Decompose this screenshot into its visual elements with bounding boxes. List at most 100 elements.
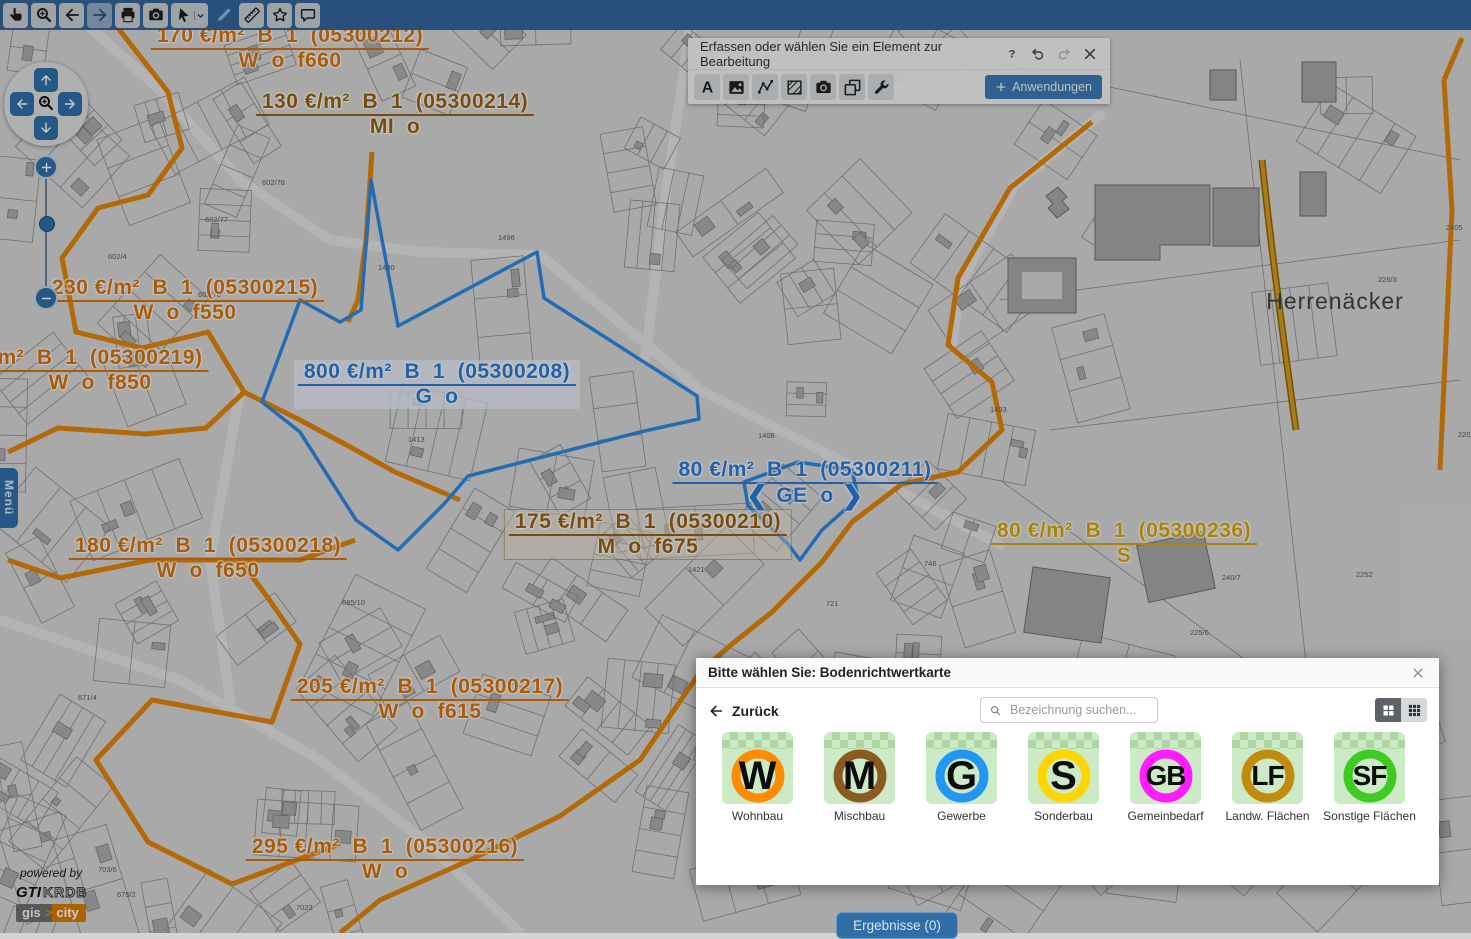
measure-tool-button[interactable] bbox=[239, 3, 264, 28]
close-panel-button[interactable] bbox=[1078, 42, 1102, 66]
brw-zone-label[interactable]: 295 €/m² B 1 (05300216)W o bbox=[246, 836, 524, 883]
category-tile-landw-flaechen[interactable]: LFLandw. Flächen bbox=[1232, 732, 1303, 823]
brw-zone-label[interactable]: 180 €/m² B 1 (05300218)W o f650 bbox=[69, 535, 347, 582]
comment-button[interactable] bbox=[295, 3, 320, 28]
svg-text:225/6: 225/6 bbox=[1190, 628, 1209, 637]
svg-text:1408: 1408 bbox=[758, 431, 775, 440]
category-tile-sonderbau[interactable]: S Sonderbau bbox=[1028, 732, 1099, 823]
main-toolbar bbox=[0, 0, 1471, 30]
brw-zone-label[interactable]: 175 €/m² B 1 (05300210)M o f675 bbox=[505, 510, 791, 559]
map-navigation-pad bbox=[4, 62, 88, 146]
redo-button[interactable] bbox=[1052, 42, 1076, 66]
category-label: Sonderbau bbox=[1034, 809, 1093, 823]
draw-line-button[interactable] bbox=[752, 74, 778, 100]
draw-polygon-button[interactable] bbox=[781, 74, 807, 100]
back-arrow-icon bbox=[708, 703, 724, 719]
close-icon bbox=[1411, 666, 1425, 680]
category-tile-wohnbau[interactable]: WWohnbau bbox=[722, 732, 793, 823]
category-code: M bbox=[843, 756, 876, 796]
category-icon: W bbox=[722, 732, 793, 804]
edit-panel: Erfassen oder wählen Sie ein Element zur… bbox=[688, 38, 1110, 104]
copy-element-button[interactable] bbox=[839, 74, 865, 100]
category-label: Gemeinbedarf bbox=[1127, 809, 1203, 823]
brw-zone-label[interactable]: 170 €/m² B 1 (05300212)W o f660 bbox=[151, 25, 429, 72]
brw-zone-label[interactable]: 230 €/m² B 1 (05300215)W o f550 bbox=[46, 277, 324, 324]
select-tool-button[interactable] bbox=[171, 3, 208, 28]
svg-text:675/2: 675/2 bbox=[117, 890, 136, 899]
add-photo-button[interactable] bbox=[810, 74, 836, 100]
brw-zone-label[interactable]: m² B 1 (05300219)W o f850 bbox=[0, 347, 208, 394]
svg-text:220/3: 220/3 bbox=[1458, 430, 1471, 439]
svg-text:721: 721 bbox=[826, 599, 839, 608]
svg-text:2405: 2405 bbox=[1446, 223, 1463, 232]
svg-text:671/4: 671/4 bbox=[78, 693, 97, 702]
dialog-title: Bitte wählen Sie: Bodenrichtwertkarte bbox=[708, 665, 1407, 680]
brw-zone-label[interactable]: 205 €/m² B 1 (05300217)W o f615 bbox=[291, 676, 569, 723]
back-button[interactable]: Zurück bbox=[708, 699, 779, 723]
zoom-tool-button[interactable] bbox=[31, 3, 56, 28]
category-code: GB bbox=[1146, 762, 1186, 790]
brw-zone-label[interactable]: 130 €/m² B 1 (05300214)MI o bbox=[256, 91, 534, 138]
pan-left-button[interactable] bbox=[10, 92, 34, 116]
pan-tool-button[interactable] bbox=[3, 3, 28, 28]
favorites-button[interactable] bbox=[267, 3, 292, 28]
search-input[interactable] bbox=[1008, 702, 1149, 718]
category-icon: GB bbox=[1130, 732, 1201, 804]
zoom-out-button[interactable] bbox=[34, 286, 58, 310]
zoom-in-button[interactable] bbox=[34, 155, 58, 179]
svg-text:226/3: 226/3 bbox=[1378, 275, 1397, 284]
category-grid: WWohnbau M Mischbau GGewerbe S Sonderbau GB Gem… bbox=[722, 732, 1405, 823]
svg-text:1413: 1413 bbox=[408, 435, 425, 444]
svg-text:703/6: 703/6 bbox=[98, 865, 117, 874]
category-label: Sonstige Flächen bbox=[1323, 809, 1416, 823]
category-code: S bbox=[1050, 756, 1077, 796]
plus-icon bbox=[995, 81, 1007, 93]
grid-view-small-button[interactable] bbox=[1401, 698, 1427, 722]
brw-zone-label[interactable]: 80 €/m² B 1 (05300236)S bbox=[991, 520, 1257, 567]
svg-text:602/4: 602/4 bbox=[108, 252, 127, 261]
category-tile-mischbau[interactable]: M Mischbau bbox=[824, 732, 895, 823]
category-tile-gewerbe[interactable]: GGewerbe bbox=[926, 732, 997, 823]
category-icon: G bbox=[926, 732, 997, 804]
category-icon: S bbox=[1028, 732, 1099, 804]
pan-right-button[interactable] bbox=[58, 92, 82, 116]
category-icon: M bbox=[824, 732, 895, 804]
history-back-button[interactable] bbox=[59, 3, 84, 28]
category-tile-sonstige-flaechen[interactable]: SFSonstige Flächen bbox=[1334, 732, 1405, 823]
help-button[interactable] bbox=[1000, 42, 1024, 66]
view-toggle-group bbox=[1375, 698, 1427, 722]
chevron-down-icon[interactable] bbox=[194, 11, 205, 20]
draw-tool-button[interactable] bbox=[211, 3, 236, 28]
svg-text:685/10: 685/10 bbox=[342, 598, 365, 607]
edit-tools-button[interactable] bbox=[868, 74, 894, 100]
checker-band bbox=[926, 732, 997, 749]
zoom-center-button[interactable] bbox=[34, 92, 58, 116]
category-label: Mischbau bbox=[834, 809, 885, 823]
edit-panel-title: Erfassen oder wählen Sie ein Element zur… bbox=[700, 39, 1000, 69]
print-button[interactable] bbox=[115, 3, 140, 28]
search-icon bbox=[989, 704, 1002, 717]
svg-text:7023: 7023 bbox=[296, 903, 313, 912]
dialog-close-button[interactable] bbox=[1407, 662, 1429, 684]
undo-button[interactable] bbox=[1026, 42, 1050, 66]
category-code: G bbox=[946, 756, 977, 796]
checker-band bbox=[1334, 732, 1405, 749]
screenshot-button[interactable] bbox=[143, 3, 168, 28]
add-text-button[interactable] bbox=[694, 74, 720, 100]
history-forward-button[interactable] bbox=[87, 3, 112, 28]
checker-band bbox=[1028, 732, 1099, 749]
add-image-button[interactable] bbox=[723, 74, 749, 100]
pan-down-button[interactable] bbox=[34, 116, 58, 140]
pan-up-button[interactable] bbox=[34, 68, 58, 92]
svg-text:602/78: 602/78 bbox=[262, 178, 285, 187]
brw-zone-label[interactable]: 80 €/m² B 1 (05300211)❮ GE o ❯ bbox=[673, 459, 938, 507]
brw-zone-label[interactable]: 800 €/m² B 1 (05300208)G o bbox=[294, 360, 580, 409]
zoom-slider-handle[interactable] bbox=[39, 216, 55, 232]
results-button[interactable]: Ergebnisse (0) bbox=[836, 912, 958, 939]
menu-tab[interactable]: Menü bbox=[0, 468, 18, 528]
category-picker-dialog: Bitte wählen Sie: Bodenrichtwertkarte Zu… bbox=[696, 658, 1439, 885]
applications-button[interactable]: Anwendungen bbox=[985, 75, 1102, 99]
grid-view-large-button[interactable] bbox=[1375, 698, 1401, 722]
category-tile-gemeinbedarf[interactable]: GB Gemeinbedarf bbox=[1130, 732, 1201, 823]
checker-band bbox=[824, 732, 895, 749]
